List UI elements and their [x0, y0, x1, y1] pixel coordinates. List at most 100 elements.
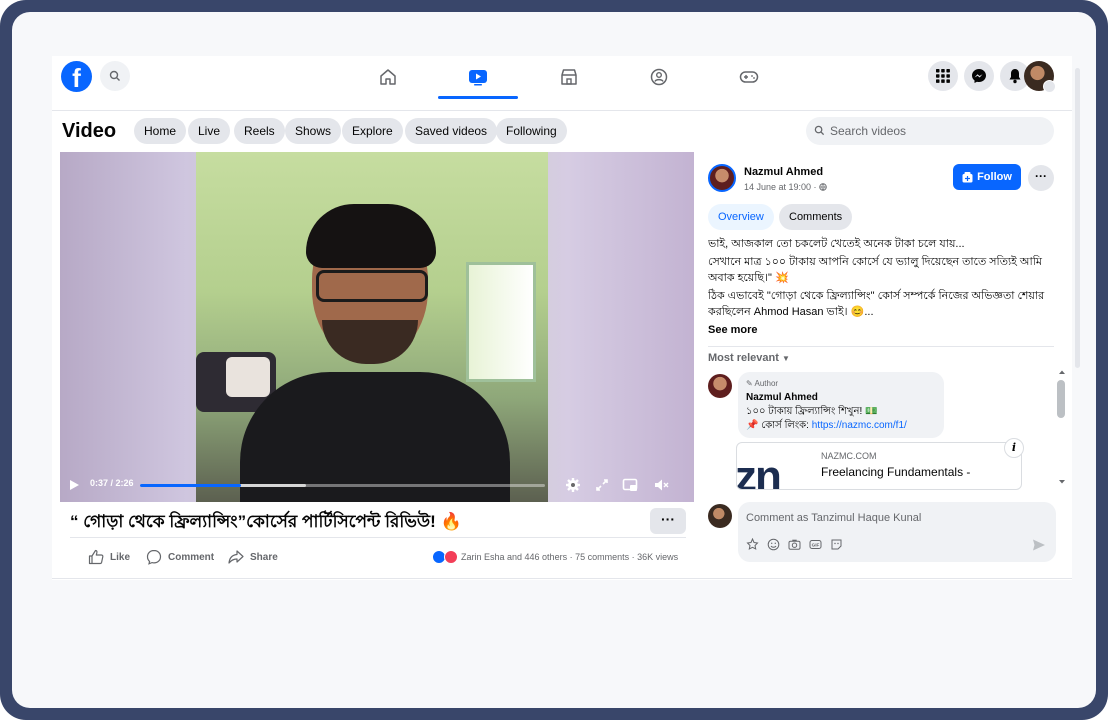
- home-icon: [380, 69, 396, 85]
- menu-grid-icon: [936, 69, 950, 83]
- marketplace-icon: [561, 69, 577, 85]
- follow-button[interactable]: Follow: [953, 164, 1021, 190]
- tab-comments[interactable]: Comments: [779, 204, 853, 230]
- author-badge: ✎ Author: [746, 377, 936, 391]
- link-preview-card[interactable]: zn NAZMC.COM Freelancing Fundamentals -: [736, 442, 1022, 490]
- mute-icon[interactable]: [653, 477, 669, 493]
- link-preview-title: Freelancing Fundamentals -: [821, 465, 971, 479]
- composer-placeholder: Comment as Tanzimul Haque Kunal: [746, 512, 922, 524]
- send-icon[interactable]: [1032, 538, 1046, 552]
- description-line: সেখানে মাত্র ১০০ টাকায় আপনি কোর্সে যে ভ…: [708, 256, 1042, 284]
- messenger-button[interactable]: [964, 61, 994, 91]
- chip-home[interactable]: Home: [134, 118, 187, 144]
- video-pillow-scene: [226, 357, 270, 397]
- author-avatar[interactable]: [708, 164, 736, 192]
- see-more-link[interactable]: See more: [708, 322, 1054, 338]
- scroll-down-icon: [1059, 480, 1065, 484]
- caret-down-icon: ▼: [781, 354, 790, 363]
- comment-composer[interactable]: Comment as Tanzimul Haque Kunal GIF: [738, 502, 1056, 562]
- video-controls: 0:37 / 2:26: [60, 468, 694, 502]
- bell-icon: [1009, 69, 1021, 84]
- divider: [708, 346, 1054, 347]
- comments-scrollbar[interactable]: [1055, 368, 1065, 488]
- search-button[interactable]: [100, 61, 130, 91]
- author-name[interactable]: Nazmul Ahmed: [744, 166, 823, 178]
- scroll-thumb[interactable]: [1057, 380, 1065, 418]
- comment-button[interactable]: Comment: [146, 548, 214, 566]
- nav-video[interactable]: [438, 58, 518, 99]
- facebook-logo[interactable]: f: [61, 61, 92, 92]
- follow-label: Follow: [977, 171, 1012, 183]
- play-icon[interactable]: [70, 480, 79, 490]
- avatar-sticker-icon[interactable]: [746, 538, 759, 551]
- video-window-scene: [466, 262, 536, 382]
- video-icon: [469, 70, 487, 86]
- page-scrollbar[interactable]: [1075, 68, 1080, 368]
- nav-marketplace[interactable]: [529, 58, 609, 96]
- groups-icon: [650, 68, 668, 86]
- post-options-button[interactable]: ···: [1028, 165, 1054, 191]
- commenter-avatar[interactable]: [708, 374, 732, 398]
- device-screen: f Video Home Live Reels Shows Explore Sa…: [12, 12, 1096, 708]
- emoji-icon[interactable]: [767, 538, 780, 551]
- page-bottom-edge: [52, 578, 1072, 579]
- profile-avatar[interactable]: [1024, 61, 1056, 93]
- comment-link-prefix: 📌 কোর্স লিংক:: [746, 420, 812, 431]
- nav-groups[interactable]: [619, 58, 699, 96]
- post-time: 14 June at 19:00 ·: [744, 182, 827, 192]
- gaming-icon: [739, 71, 759, 83]
- tab-overview[interactable]: Overview: [708, 204, 774, 230]
- comment-filter-label: Most relevant: [708, 352, 779, 364]
- video-player[interactable]: 0:37 / 2:26: [60, 152, 694, 502]
- search-icon: [814, 125, 825, 136]
- video-subnav: Video Home Live Reels Shows Explore Save…: [52, 110, 1072, 152]
- search-videos-input[interactable]: Search videos: [806, 117, 1054, 145]
- share-icon: [228, 550, 244, 564]
- chip-reels[interactable]: Reels: [234, 118, 285, 144]
- video-progress-fill: [140, 484, 242, 487]
- chip-live[interactable]: Live: [188, 118, 231, 144]
- chip-saved-videos[interactable]: Saved videos: [405, 118, 498, 144]
- menu-button[interactable]: [928, 61, 958, 91]
- current-user-avatar[interactable]: [708, 504, 732, 528]
- video-person-glasses: [316, 270, 428, 302]
- settings-gear-icon[interactable]: [565, 477, 581, 493]
- fullscreen-icon[interactable]: [594, 477, 610, 493]
- search-icon: [109, 70, 120, 81]
- search-placeholder: Search videos: [830, 124, 907, 138]
- video-more-button[interactable]: ···: [650, 508, 686, 534]
- top-navigation: f: [52, 56, 1072, 108]
- video-frame: [196, 152, 548, 502]
- commenter-name[interactable]: Nazmul Ahmed: [746, 391, 936, 405]
- video-person-beard: [322, 320, 418, 364]
- description-line: ঠিক এভাবেই "গোড়া থেকে ফ্রিল্যান্সিং" কো…: [708, 290, 1045, 318]
- video-progress-bar[interactable]: [140, 484, 545, 487]
- messenger-icon: [972, 69, 986, 83]
- video-title: “ গোড়া থেকে ফ্রিল্যান্সিং”কোর্সের পার্ট…: [70, 512, 462, 531]
- scroll-up-icon: [1059, 370, 1065, 374]
- comment-text-line: ১০০ টাকায় ফ্রিল্যান্সিং শিখুন! 💵: [746, 406, 878, 417]
- svg-text:GIF: GIF: [812, 543, 820, 548]
- like-button[interactable]: Like: [88, 548, 130, 566]
- video-time: 0:37 / 2:26: [90, 478, 134, 488]
- comment-filter-dropdown[interactable]: Most relevant ▼: [708, 352, 790, 364]
- divider: [70, 537, 686, 538]
- video-person-hair: [306, 204, 436, 268]
- post-description: ভাই, আজকাল তো চকলেট খেতেই অনেক টাকা চলে …: [708, 236, 1054, 340]
- gif-icon[interactable]: GIF: [809, 538, 822, 551]
- comment-link[interactable]: https://nazmc.com/f1/: [812, 420, 907, 431]
- device-frame: f Video Home Live Reels Shows Explore Sa…: [0, 0, 1108, 720]
- page-title: Video: [62, 120, 117, 142]
- reaction-stats[interactable]: Zarin Esha and 446 others · 75 comments …: [432, 550, 678, 564]
- camera-icon[interactable]: [788, 538, 801, 551]
- link-preview-domain: NAZMC.COM: [821, 451, 877, 461]
- sticker-icon[interactable]: [830, 538, 843, 551]
- nav-gaming[interactable]: [709, 58, 789, 96]
- share-button[interactable]: Share: [228, 548, 278, 566]
- info-icon[interactable]: i: [1004, 438, 1024, 458]
- chip-following[interactable]: Following: [496, 118, 567, 144]
- chip-shows[interactable]: Shows: [285, 118, 342, 144]
- nav-home[interactable]: [348, 58, 428, 96]
- chip-explore[interactable]: Explore: [342, 118, 403, 144]
- miniplayer-icon[interactable]: [622, 477, 638, 493]
